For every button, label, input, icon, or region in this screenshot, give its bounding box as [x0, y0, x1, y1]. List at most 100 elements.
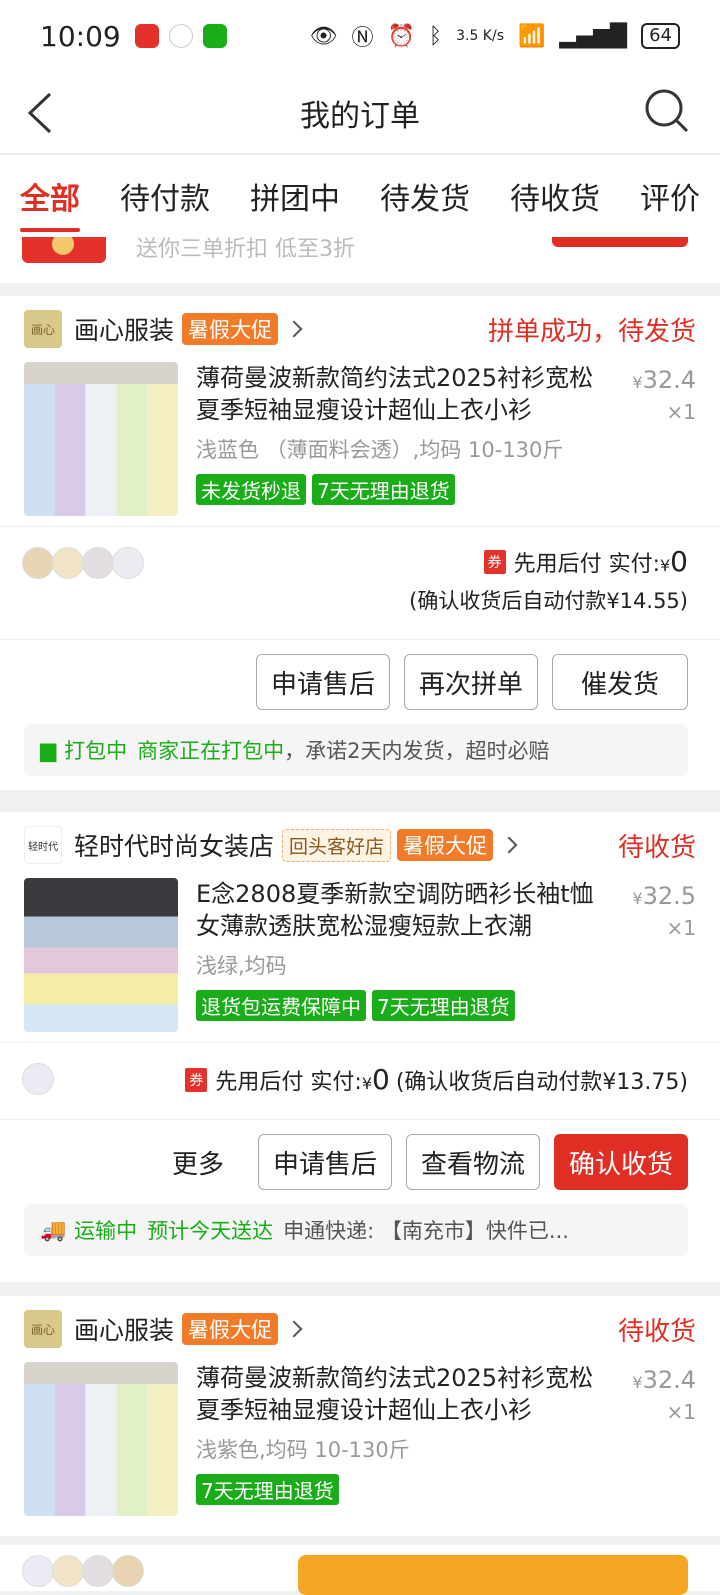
paid-amount: ¥0 — [361, 1063, 390, 1096]
pay-label: 先用后付 实付: — [215, 1069, 362, 1095]
net-speed: 3.5 K/s — [456, 28, 504, 44]
shop-logo: 画心 — [24, 310, 62, 348]
service-tag: 7天无理由退货 — [372, 990, 515, 1021]
service-tag: 退货包运费保障中 — [196, 990, 366, 1021]
chevron-right-icon — [500, 836, 518, 854]
avatar — [112, 1555, 144, 1587]
order-card: 画心 画心服装 暑假大促 拼单成功，待发货 薄荷曼波新款简约法式2025衬衫宽松… — [0, 296, 720, 790]
truck-icon: 🚚 — [40, 1217, 67, 1242]
coupon-icon: 券 — [185, 1067, 208, 1092]
product-item[interactable]: 薄荷曼波新款简约法式2025衬衫宽松夏季短袖显瘦设计超仙上衣小衫 浅蓝色 （薄面… — [0, 362, 720, 526]
product-qty: ×1 — [666, 1400, 696, 1424]
ship-note: ，承诺2天内发货，超时必赔 — [284, 739, 550, 763]
page-title: 我的订单 — [300, 98, 420, 134]
next-order-peek — [0, 1545, 720, 1595]
avatar — [22, 547, 54, 579]
sale-badge: 暑假大促 — [397, 829, 494, 861]
product-price: ¥32.4 — [632, 1366, 696, 1394]
product-item[interactable]: 薄荷曼波新款简约法式2025衬衫宽松夏季短袖显瘦设计超仙上衣小衫 浅紫色,均码 … — [0, 1362, 720, 1526]
status-bar: 10:09 👁 Ⓝ ⏰ ᛒ 3.5 K/s 📶 ▂▄▆█ 64 — [0, 0, 720, 72]
ship-status: 打包中 — [64, 739, 128, 763]
promo-text: 送你三单折扣 低至3折 — [136, 237, 355, 262]
paid-amount: ¥0 — [659, 545, 688, 578]
shop-logo: 画心 — [24, 1310, 62, 1348]
ship-detail: 商家正在打包中 — [137, 739, 285, 763]
product-title: 薄荷曼波新款简约法式2025衬衫宽松夏季短袖显瘦设计超仙上衣小衫 — [196, 364, 594, 424]
eye-icon: 👁 — [309, 23, 338, 49]
nfc-icon: Ⓝ — [351, 26, 374, 51]
qq-icon — [168, 24, 193, 48]
promo-button[interactable] — [552, 237, 688, 247]
sale-badge: 暑假大促 — [182, 313, 279, 345]
tab-all[interactable]: 全部 — [20, 174, 80, 232]
bluetooth-icon: ᛒ — [428, 23, 443, 49]
group-avatars — [22, 547, 144, 579]
after-sale-button[interactable]: 申请售后 — [257, 1134, 392, 1190]
payment-row: 券 先用后付 实付: ¥0 (确认收货后自动付款¥14.55) — [0, 527, 720, 639]
product-qty: ×1 — [666, 916, 696, 940]
product-title: 薄荷曼波新款简约法式2025衬衫宽松夏季短袖显瘦设计超仙上衣小衫 — [196, 1364, 594, 1424]
shipping-status-bar[interactable]: ▆ 打包中 商家正在打包中 ，承诺2天内发货，超时必赔 — [24, 724, 688, 776]
alarm-icon: ⏰ — [387, 23, 415, 49]
header: 我的订单 — [0, 72, 720, 154]
product-spec: 浅绿,均码 — [196, 954, 287, 978]
signal-icon: ▂▄▆█ — [559, 23, 628, 49]
service-tag: 未发货秒退 — [196, 474, 306, 505]
avatar — [82, 1555, 114, 1587]
tab-unpaid[interactable]: 待付款 — [120, 174, 210, 218]
shop-name: 画心服装 — [74, 1316, 175, 1345]
avatar — [112, 547, 144, 579]
product-image — [24, 878, 178, 1032]
tab-group[interactable]: 拼团中 — [250, 174, 340, 218]
product-spec: 浅蓝色 （薄面料会透）,均码 10-130斤 — [196, 438, 564, 462]
back-arrow-icon[interactable] — [24, 90, 54, 136]
pay-label: 先用后付 实付: — [513, 551, 660, 577]
chevron-right-icon — [285, 1320, 303, 1338]
urge-ship-button[interactable]: 催发货 — [552, 654, 688, 710]
shop-row[interactable]: 轻时代 轻时代时尚女装店 回头客好店 暑假大促 待收货 — [0, 812, 720, 878]
product-image — [24, 1362, 178, 1516]
ship-note: 申通快递: 【南充市】快件已... — [283, 1219, 569, 1243]
view-logistics-button[interactable]: 查看物流 — [405, 1134, 540, 1190]
shop-row[interactable]: 画心 画心服装 暑假大促 待收货 — [0, 1296, 720, 1362]
avatar — [22, 1555, 54, 1587]
order-card: 轻时代 轻时代时尚女装店 回头客好店 暑假大促 待收货 E念2808夏季新款空调… — [0, 812, 720, 1282]
order-card: 画心 画心服装 暑假大促 待收货 薄荷曼波新款简约法式2025衬衫宽松夏季短袖显… — [0, 1296, 720, 1536]
more-button[interactable]: 更多 — [172, 1144, 224, 1181]
shipping-status-bar[interactable]: 🚚 运输中 预计今天送达 申通快递: 【南充市】快件已... — [24, 1204, 688, 1256]
after-sale-button[interactable]: 申请售后 — [255, 654, 390, 710]
clock: 10:09 — [40, 19, 121, 53]
product-qty: ×1 — [666, 400, 696, 424]
pay-note: (确认收货后自动付款¥13.75) — [395, 1069, 688, 1095]
tab-to-receive[interactable]: 待收货 — [510, 174, 600, 218]
return-customer-badge: 回头客好店 — [282, 828, 392, 862]
order-status: 拼单成功，待发货 — [487, 316, 696, 347]
action-button[interactable] — [298, 1555, 688, 1595]
sale-badge: 暑假大促 — [182, 1313, 279, 1345]
regroup-button[interactable]: 再次拼单 — [403, 654, 538, 710]
tab-review[interactable]: 评价 — [640, 174, 700, 218]
coupon-icon: 券 — [483, 549, 506, 574]
promo-banner[interactable]: 送你三单折扣 低至3折 — [0, 237, 720, 283]
pay-note: (确认收货后自动付款¥14.55) — [409, 589, 688, 613]
shop-logo: 轻时代 — [24, 826, 62, 864]
service-tag: 7天无理由退货 — [196, 1474, 339, 1505]
order-status: 待收货 — [617, 832, 696, 863]
tab-to-ship[interactable]: 待发货 — [380, 174, 470, 218]
shop-name: 轻时代时尚女装店 — [74, 832, 275, 861]
shop-row[interactable]: 画心 画心服装 暑假大促 拼单成功，待发货 — [0, 296, 720, 362]
ship-detail: 预计今天送达 — [147, 1219, 274, 1243]
service-tag: 7天无理由退货 — [312, 474, 455, 505]
shop-name: 画心服装 — [74, 316, 175, 345]
avatar — [52, 1555, 84, 1587]
avatar — [82, 547, 114, 579]
product-item[interactable]: E念2808夏季新款空调防晒衫长袖t恤女薄款透肤宽松湿瘦短款上衣潮 浅绿,均码 … — [0, 878, 720, 1042]
search-icon[interactable] — [644, 88, 690, 134]
notification-icon — [134, 24, 159, 48]
avatar — [52, 547, 84, 579]
package-icon: ▆ — [40, 738, 57, 762]
group-avatars — [22, 1063, 54, 1095]
product-price: ¥32.5 — [632, 882, 696, 910]
ship-status: 运输中 — [74, 1219, 138, 1243]
confirm-receipt-button[interactable]: 确认收货 — [553, 1134, 688, 1190]
